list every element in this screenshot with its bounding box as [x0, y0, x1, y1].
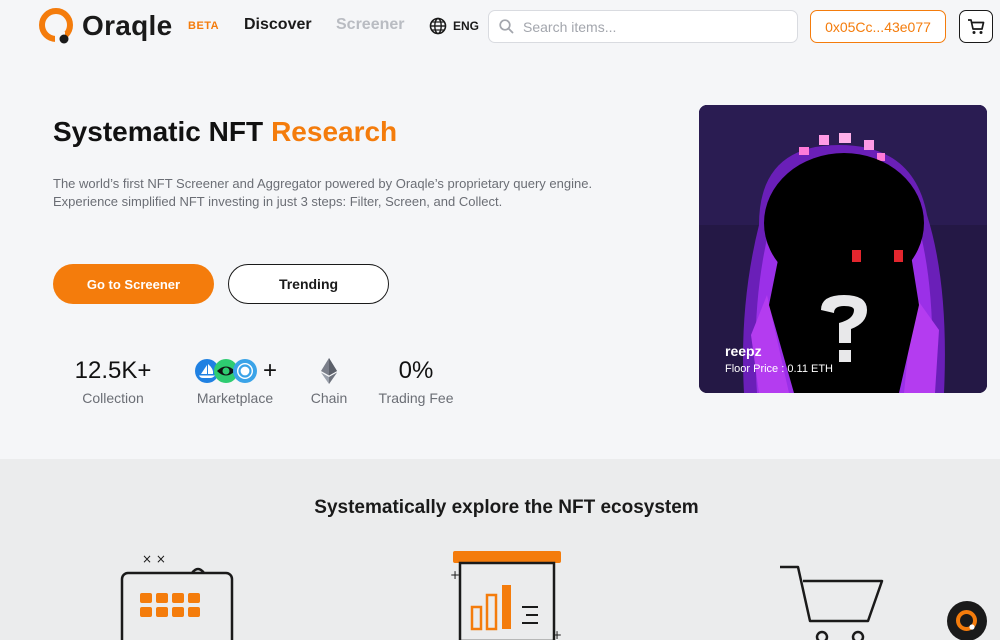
- ethereum-icon: [321, 358, 337, 384]
- shopping-cart-icon: [780, 565, 884, 640]
- nft-name: reepz: [725, 343, 762, 359]
- explore-section: Systematically explore the NFT ecosystem…: [0, 459, 1000, 640]
- stat-marketplace-label: Marketplace: [196, 390, 274, 406]
- logo-text: Oraqle: [82, 10, 173, 41]
- hero-description-line-1: The world’s first NFT Screener and Aggre…: [53, 176, 593, 191]
- language-selector[interactable]: ENG: [429, 17, 479, 35]
- logo[interactable]: Oraqle: [38, 6, 173, 46]
- hero-title-accent: Research: [271, 116, 398, 147]
- featured-nft-card[interactable]: reepz Floor Price : 0.11 ETH: [699, 105, 987, 393]
- stat-trading-fee-value: 0%: [398, 357, 434, 384]
- marketplace-logos-icon: [194, 359, 257, 383]
- cart-button[interactable]: [959, 10, 993, 43]
- nav-screener[interactable]: Screener: [336, 16, 405, 34]
- wallet-address-button[interactable]: 0x05Cc...43e077: [810, 10, 946, 43]
- globe-icon: [429, 17, 447, 35]
- stat-chain-value: [304, 355, 354, 387]
- trending-button[interactable]: Trending: [228, 264, 389, 304]
- stat-chain-label: Chain: [310, 390, 348, 406]
- svg-text:+: +: [450, 568, 460, 582]
- search-input[interactable]: [523, 18, 783, 35]
- top-navbar: Oraqle BETA Discover Screener ENG 0x05Cc…: [0, 0, 1000, 52]
- calendar-grid-icon: × ×: [120, 552, 234, 640]
- stat-marketplace-plus: +: [262, 357, 277, 384]
- hero-title-main: Systematic NFT: [53, 116, 264, 147]
- beta-badge: BETA: [188, 20, 220, 32]
- bar-chart-board-icon: + +: [450, 551, 562, 640]
- hero-title: Systematic NFT Research: [53, 116, 397, 148]
- stat-marketplace-value: +: [186, 355, 284, 387]
- stat-trading-fee: 0% Trading Fee: [370, 355, 462, 406]
- svg-text:+: +: [552, 628, 562, 640]
- search-bar[interactable]: [488, 10, 798, 43]
- cart-icon: [968, 19, 985, 34]
- stat-marketplace: + Marketplace: [186, 355, 284, 406]
- help-chat-button[interactable]: [947, 601, 987, 640]
- section-title: Systematically explore the NFT ecosystem: [314, 497, 699, 518]
- search-icon: [499, 19, 514, 34]
- nav-discover[interactable]: Discover: [244, 16, 312, 34]
- nft-floor-price: Floor Price : 0.11 ETH: [725, 363, 833, 375]
- svg-text:× ×: × ×: [142, 552, 166, 566]
- stat-collection: 12.5K+ Collection: [63, 355, 163, 406]
- stat-trading-fee-label: Trading Fee: [378, 390, 454, 406]
- hero-description-line-2: Experience simplified NFT investing in j…: [53, 194, 503, 209]
- oraqle-logo-icon: [39, 8, 73, 44]
- go-to-screener-button[interactable]: Go to Screener: [53, 264, 214, 304]
- stat-chain: Chain: [304, 355, 354, 406]
- stat-collection-value: 12.5K+: [74, 357, 152, 384]
- stat-collection-label: Collection: [82, 390, 144, 406]
- chat-help-icon: [956, 610, 977, 631]
- language-label: ENG: [453, 19, 480, 33]
- hero-description: The world’s first NFT Screener and Aggre…: [53, 175, 653, 211]
